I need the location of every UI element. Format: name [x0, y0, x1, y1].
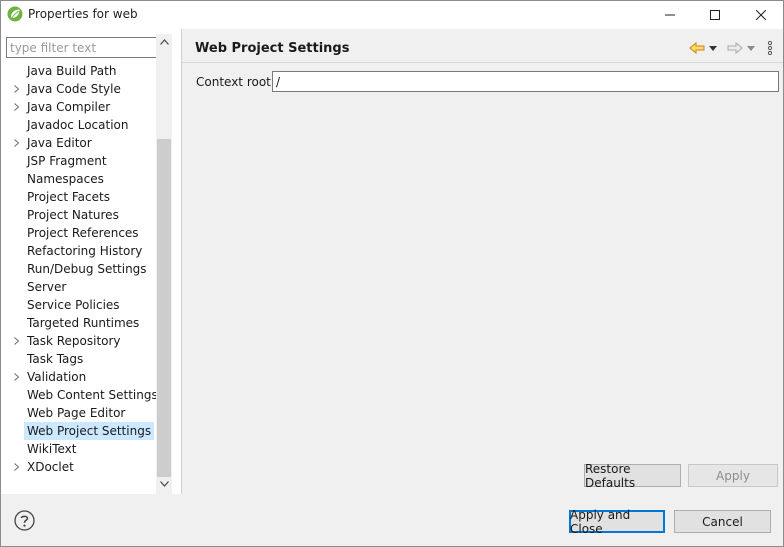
title-bar: Properties for web: [1, 1, 783, 29]
window-title: Properties for web: [28, 7, 138, 21]
spring-leaf-icon: [7, 6, 23, 22]
help-icon[interactable]: [14, 510, 35, 531]
property-tree: Java Build Path Java Code Style Java Compi…: [1, 62, 156, 492]
tree-item[interactable]: Server: [1, 278, 156, 296]
apply-and-close-button[interactable]: Apply and Close: [569, 508, 665, 536]
tree-item[interactable]: Web Project Settings: [1, 422, 156, 440]
forward-dropdown-icon[interactable]: [747, 45, 755, 51]
view-menu-icon[interactable]: [767, 41, 773, 55]
tree-item-label: Project Facets: [27, 190, 110, 204]
tree-item-label: Targeted Runtimes: [27, 316, 140, 330]
tree-item-label: Run/Debug Settings: [27, 262, 147, 276]
properties-dialog: Properties for web Java Build Path Java C…: [0, 0, 784, 547]
page-title: Web Project Settings: [195, 41, 350, 56]
tree-item-label: Java Code Style: [27, 82, 121, 96]
tree-item-label: Java Build Path: [27, 64, 117, 78]
tree-item-label: Refactoring History: [27, 244, 143, 258]
navigation-pane: Java Build Path Java Code Style Java Compi…: [1, 29, 181, 494]
tree-item[interactable]: Service Policies: [1, 296, 156, 314]
scroll-thumb[interactable]: [157, 139, 171, 477]
title-separator: [182, 62, 783, 63]
tree-item-label: Web Page Editor: [27, 406, 126, 420]
tree-item-label: Javadoc Location: [27, 118, 129, 132]
tree-item[interactable]: Namespaces: [1, 170, 156, 188]
tree-item[interactable]: Javadoc Location: [1, 116, 156, 134]
chevron-up-icon: [159, 39, 169, 45]
page-navigation: [689, 39, 773, 57]
expand-chevron-icon[interactable]: [11, 134, 21, 152]
tree-item-label: JSP Fragment: [27, 154, 107, 168]
minimize-icon: [665, 14, 675, 16]
expand-chevron-icon[interactable]: [11, 80, 21, 98]
tree-item-label: Web Content Settings: [27, 388, 156, 402]
close-button[interactable]: [738, 1, 784, 29]
apply-button[interactable]: Apply: [688, 464, 778, 487]
forward-arrow-icon[interactable]: [727, 41, 743, 55]
expand-chevron-icon[interactable]: [11, 98, 21, 116]
tree-item[interactable]: Java Build Path: [1, 62, 156, 80]
tree-item-label: XDoclet: [27, 460, 74, 474]
expand-chevron-icon[interactable]: [11, 332, 21, 350]
tree-item-label: Service Policies: [27, 298, 120, 312]
tree-item-label: Java Editor: [27, 136, 92, 150]
context-root-input[interactable]: [272, 71, 779, 92]
tree-item-label: Project References: [27, 226, 139, 240]
tree-item-label: Task Repository: [27, 334, 121, 348]
tree-item[interactable]: Web Content Settings: [1, 386, 156, 404]
tree-item-label: Task Tags: [27, 352, 84, 366]
back-dropdown-icon[interactable]: [709, 45, 717, 51]
tree-item[interactable]: Project Facets: [1, 188, 156, 206]
tree-item-label: Project Natures: [27, 208, 119, 222]
scroll-up-button[interactable]: [156, 34, 172, 50]
minimize-button[interactable]: [647, 1, 693, 29]
maximize-icon: [710, 10, 720, 20]
tree-item[interactable]: Validation: [1, 368, 156, 386]
tree-item-label: Web Project Settings: [24, 422, 155, 440]
scroll-down-button[interactable]: [156, 476, 172, 492]
tree-scrollbar[interactable]: [156, 34, 172, 494]
context-root-label: Context root:: [196, 75, 275, 89]
tree-item-label: Namespaces: [27, 172, 104, 186]
dialog-button-bar: Apply and Close Cancel: [1, 494, 783, 546]
restore-defaults-button[interactable]: Restore Defaults: [584, 462, 681, 490]
tree-item[interactable]: Web Page Editor: [1, 404, 156, 422]
close-icon: [756, 10, 766, 20]
tree-item[interactable]: Project References: [1, 224, 156, 242]
tree-item-label: Server: [27, 280, 67, 294]
cancel-button[interactable]: Cancel: [674, 510, 771, 533]
tree-item[interactable]: Java Code Style: [1, 80, 156, 98]
content-pane: Web Project Settings Context root: / Res…: [182, 29, 783, 494]
maximize-button[interactable]: [692, 1, 738, 29]
tree-item[interactable]: Task Tags: [1, 350, 156, 368]
tree-item[interactable]: Project Natures: [1, 206, 156, 224]
tree-item[interactable]: WikiText: [1, 440, 156, 458]
tree-item[interactable]: Run/Debug Settings: [1, 260, 156, 278]
tree-item[interactable]: XDoclet: [1, 458, 156, 476]
tree-item-label: WikiText: [27, 442, 77, 456]
tree-item-label: Validation: [27, 370, 87, 384]
tree-item[interactable]: Targeted Runtimes: [1, 314, 156, 332]
tree-item[interactable]: Task Repository: [1, 332, 156, 350]
chevron-down-icon: [159, 481, 169, 487]
back-arrow-icon[interactable]: [689, 41, 705, 55]
tree-item[interactable]: JSP Fragment: [1, 152, 156, 170]
tree-item[interactable]: Java Editor: [1, 134, 156, 152]
expand-chevron-icon[interactable]: [11, 368, 21, 386]
tree-item[interactable]: Java Compiler: [1, 98, 156, 116]
filter-input[interactable]: [6, 37, 172, 58]
tree-item[interactable]: Refactoring History: [1, 242, 156, 260]
expand-chevron-icon[interactable]: [11, 458, 21, 476]
tree-item-label: Java Compiler: [27, 100, 111, 114]
